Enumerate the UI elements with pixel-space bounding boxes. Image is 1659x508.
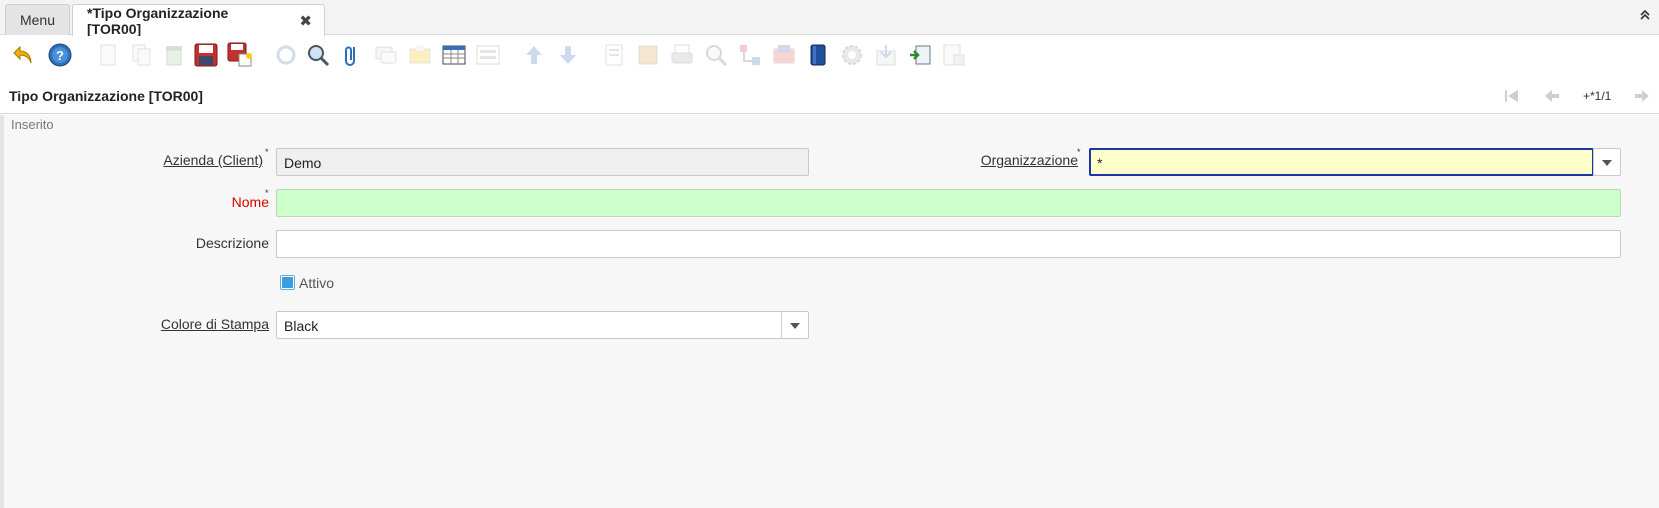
form-toggle-icon[interactable] [474,41,502,69]
print-color-label[interactable]: Colore di Stampa [154,316,269,332]
name-label: Nome [231,194,269,210]
organization-dropdown-button[interactable] [1593,148,1621,176]
next-icon[interactable] [1632,86,1652,106]
undo-icon[interactable] [9,41,37,69]
tab-menu-label: Menu [19,12,56,28]
print-color-select[interactable]: Black [276,311,782,339]
copy-record-icon[interactable] [128,41,156,69]
archive-icon[interactable] [634,41,662,69]
record-counter: +*1/1 [1583,89,1612,103]
organization-input[interactable]: * [1089,148,1594,176]
form-header: Tipo Organizzazione [TOR00] +*1/1 [0,76,1659,114]
export-icon[interactable] [872,41,900,69]
chevron-down-icon [1601,154,1613,170]
previous-icon[interactable] [1542,86,1562,106]
name-field[interactable] [276,189,1621,217]
page-title: Tipo Organizzazione [TOR00] [9,88,203,104]
requests-icon[interactable] [770,41,798,69]
refresh-icon[interactable] [272,41,300,69]
previous-record-icon[interactable] [520,41,548,69]
checkbox-check-icon [282,277,293,288]
grid-toggle-icon[interactable] [440,41,468,69]
client-mandatory-marker: * [265,147,269,157]
tab-menu[interactable]: Menu [5,4,70,35]
print-color-dropdown-button[interactable] [781,311,809,339]
print-icon[interactable] [668,41,696,69]
delete-icon[interactable] [160,41,188,69]
status-text: Inserito [11,117,54,132]
client-label[interactable]: Azienda (Client) [163,152,263,168]
quick-form-icon[interactable] [804,41,832,69]
organization-mandatory-marker: * [1077,147,1081,157]
attachment-icon[interactable] [338,41,366,69]
chevron-down-icon [789,317,801,333]
tab-tipo-organizzazione[interactable]: *Tipo Organizzazione [TOR00] ✖ [72,4,325,37]
name-mandatory-marker: * [265,188,269,198]
process-icon[interactable] [838,41,866,69]
form-content: Inserito Azienda (Client) * Demo Organiz… [0,115,1659,508]
new-record-icon[interactable] [94,41,122,69]
svg-text:?: ? [56,48,64,63]
help-icon[interactable]: ? [46,41,74,69]
close-icon[interactable]: ✖ [299,12,312,30]
chat-icon[interactable] [372,41,400,69]
active-label: Attivo [299,275,335,291]
zoom-across-icon[interactable] [702,41,730,69]
active-workflows-icon[interactable] [736,41,764,69]
tab-active-label: *Tipo Organizzazione [TOR00] [87,4,229,37]
description-field[interactable] [276,230,1621,258]
client-field: Demo [276,148,809,176]
organization-label[interactable]: Organizzazione [976,152,1078,168]
next-record-icon[interactable] [554,41,582,69]
save-icon[interactable] [192,41,220,69]
active-checkbox[interactable] [280,275,295,290]
product-info-icon[interactable] [406,41,434,69]
toolbar: ? [0,36,1659,76]
import-icon[interactable] [906,41,934,69]
description-label: Descrizione [195,235,269,251]
collapse-icon[interactable] [1637,9,1653,25]
report-icon[interactable] [600,41,628,69]
customize-icon[interactable] [940,41,968,69]
first-record-icon[interactable] [1502,86,1522,106]
window-tab-bar: Menu *Tipo Organizzazione [TOR00] ✖ [0,0,1659,37]
save-and-new-icon[interactable] [226,41,254,69]
find-icon[interactable] [304,41,332,69]
